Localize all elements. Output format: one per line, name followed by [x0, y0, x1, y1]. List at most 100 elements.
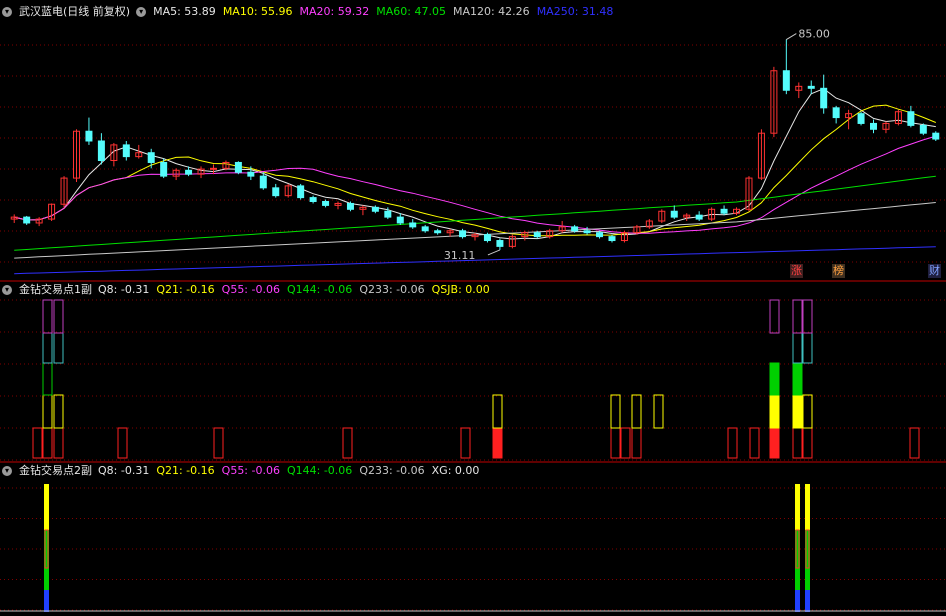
- candle-body: [857, 113, 865, 124]
- signal-bar: [792, 427, 803, 459]
- candle-body: [185, 169, 193, 175]
- candle-body: [160, 161, 168, 177]
- signal-bar: [802, 299, 813, 334]
- sub1-title: 金钻交易点1副: [19, 283, 92, 296]
- candle-body: [820, 87, 828, 109]
- candle-body: [695, 214, 703, 220]
- signal-bar: [631, 394, 642, 429]
- q-field: Q21: -0.16: [156, 283, 215, 296]
- signal-bar: [802, 427, 813, 459]
- candle-body: [371, 206, 379, 212]
- signal-bar: [492, 427, 503, 459]
- ma-field: MA10: 55.96: [222, 5, 293, 18]
- candle-body: [396, 216, 404, 224]
- ma-field: MA60: 47.05: [376, 5, 446, 18]
- xg-spike: [805, 590, 810, 612]
- signal-bar: [53, 299, 64, 334]
- chevron-down-icon[interactable]: ▾: [2, 7, 12, 17]
- signal-bar: [610, 394, 621, 429]
- signal-bar: [53, 394, 64, 429]
- ma20-line: [14, 135, 936, 234]
- sub2-title: 金钻交易点2副: [19, 464, 92, 477]
- q-field: Q144: -0.06: [286, 283, 353, 296]
- signal-bar: [792, 332, 803, 364]
- q-field: Q21: -0.16: [156, 464, 215, 477]
- candle-body: [483, 234, 491, 242]
- signal-bar: [53, 332, 64, 364]
- xg-spike: [44, 590, 49, 612]
- candle-body: [23, 216, 31, 224]
- signal-bar: [749, 427, 760, 459]
- candle-body: [234, 161, 242, 173]
- candle-body: [583, 230, 591, 234]
- stock-title: 武汉蓝电(日线 前复权): [19, 5, 131, 18]
- signal-bar: [909, 427, 920, 459]
- q-field: Q55: -0.06: [221, 283, 280, 296]
- signal-bar: [610, 427, 621, 459]
- ma-field: MA250: 31.48: [536, 5, 614, 18]
- ma-field: MA20: 59.32: [299, 5, 370, 18]
- xg-spike: [44, 484, 49, 530]
- q-field: Q144: -0.06: [286, 464, 353, 477]
- candle-body: [608, 236, 616, 242]
- q-field: XG: 0.00: [431, 464, 480, 477]
- candle-body: [421, 226, 429, 232]
- candle-body: [272, 187, 280, 197]
- candle-body: [259, 175, 267, 189]
- signal-bar: [727, 427, 738, 459]
- xg-spike: [805, 568, 810, 590]
- kline-chart[interactable]: 85.00 31.11: [0, 0, 946, 616]
- signal-bar: [117, 427, 128, 459]
- high-price-label: 85.00: [798, 28, 830, 41]
- candle-body: [409, 222, 417, 228]
- high-pointer: [786, 33, 797, 40]
- ma-field: MA5: 53.89: [153, 5, 216, 18]
- main-panel-header: ▾ 武汉蓝电(日线 前复权) ▾ MA5: 53.89 MA10: 55.96 MA…: [2, 5, 613, 19]
- signal-bar: [42, 299, 53, 334]
- candle-body: [496, 240, 504, 247]
- xg-spike: [44, 568, 49, 590]
- chevron-down-icon[interactable]: ▾: [136, 7, 147, 17]
- q-field: Q233: -0.06: [359, 283, 425, 296]
- signal-bar: [492, 394, 503, 429]
- candle-body: [346, 202, 354, 210]
- candle-body: [384, 210, 392, 218]
- q-field: QSJB: 0.00: [431, 283, 490, 296]
- candle-body: [434, 230, 442, 234]
- candle-body: [533, 232, 541, 238]
- signal-bar: [769, 362, 780, 396]
- candle-body: [932, 132, 940, 140]
- signal-bar: [792, 394, 803, 429]
- chevron-down-icon[interactable]: ▾: [2, 466, 12, 476]
- finance-badge[interactable]: 财: [928, 264, 941, 278]
- signal-bar: [53, 427, 64, 459]
- candle-body: [907, 111, 915, 126]
- signal-bar: [792, 299, 803, 334]
- signal-bar: [769, 427, 780, 459]
- signal-bar: [460, 427, 471, 459]
- candle-body: [720, 208, 728, 214]
- signal-bar: [792, 362, 803, 396]
- signal-bar: [32, 427, 43, 459]
- limit-up-badge[interactable]: 涨: [790, 264, 803, 278]
- ma-field: MA120: 42.26: [452, 5, 530, 18]
- candle-body: [807, 85, 815, 89]
- ranking-badge[interactable]: 榜: [832, 264, 845, 278]
- signal-bar: [653, 394, 664, 429]
- candle-body: [571, 226, 579, 232]
- low-pointer: [487, 249, 501, 256]
- candle-body: [209, 167, 217, 170]
- signal-bar: [342, 427, 353, 459]
- xg-spike: [805, 484, 810, 530]
- sub2-panel-header: ▾ 金钻交易点2副 Q8: -0.31 Q21: -0.16 Q55: -0.06 Q…: [2, 464, 479, 478]
- signal-bar: [802, 332, 813, 364]
- signal-bar: [631, 427, 642, 459]
- candle-body: [459, 230, 467, 238]
- candle-body: [85, 130, 93, 142]
- candle-body: [832, 107, 840, 119]
- signal-bar: [802, 394, 813, 429]
- candle-body: [919, 124, 927, 134]
- candle-body: [297, 185, 305, 199]
- signal-bar: [42, 394, 53, 429]
- chevron-down-icon[interactable]: ▾: [2, 285, 12, 295]
